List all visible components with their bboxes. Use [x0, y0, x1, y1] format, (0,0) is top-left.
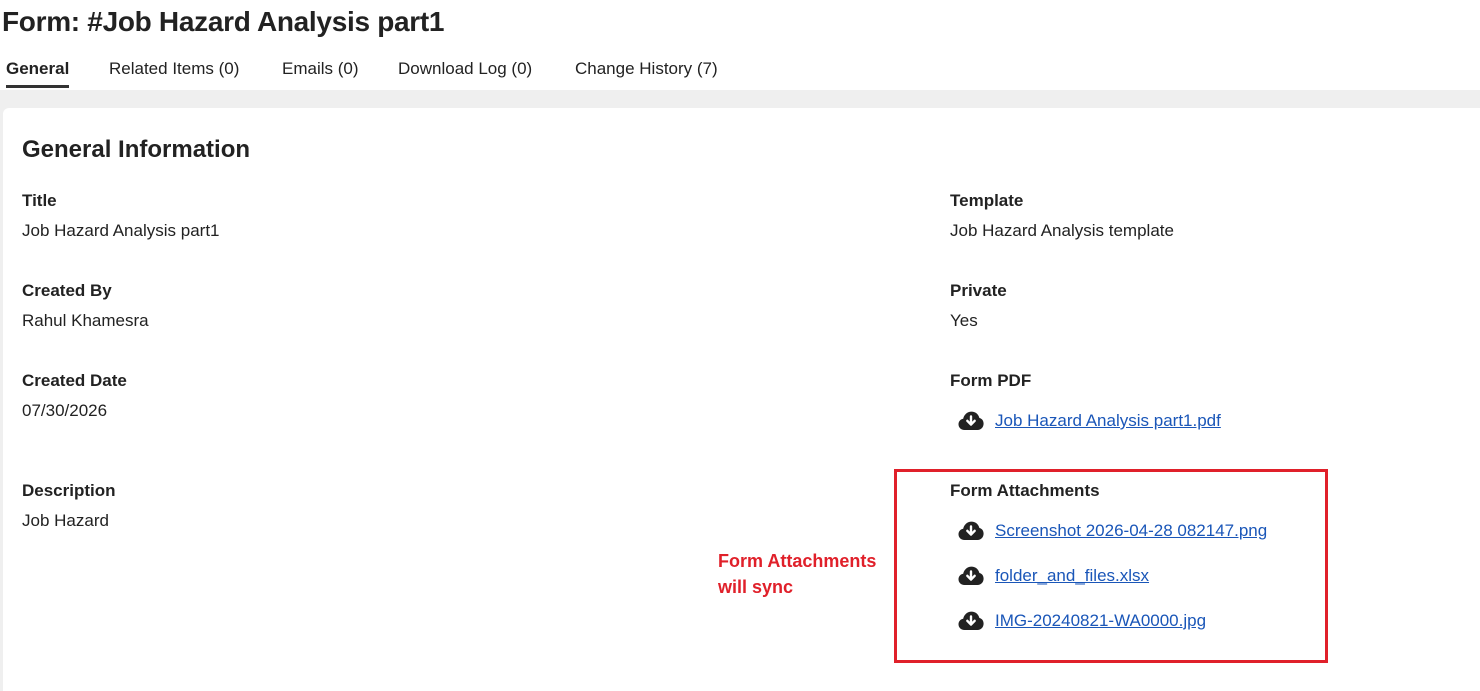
template-value: Job Hazard Analysis template: [950, 221, 1174, 240]
annotation-highlight-box: [894, 469, 1328, 663]
section-title: General Information: [22, 136, 251, 163]
description-value: Job Hazard: [22, 511, 109, 530]
private-value: Yes: [950, 311, 978, 330]
annotation-line: Form Attachments: [718, 551, 877, 571]
form-pdf-link[interactable]: Job Hazard Analysis part1.pdf: [995, 411, 1221, 431]
form-pdf-file-row[interactable]: Job Hazard Analysis part1.pdf: [958, 408, 1221, 434]
title-label: Title: [22, 191, 57, 210]
created-date-value: 07/30/2026: [22, 401, 108, 420]
created-by-label: Created By: [22, 281, 112, 300]
title-value: Job Hazard Analysis part1: [22, 221, 220, 240]
template-label: Template: [950, 191, 1024, 210]
annotation-note: Form Attachments will sync: [718, 548, 876, 600]
page-title: Form: #Job Hazard Analysis part1: [2, 6, 445, 37]
tab-general[interactable]: General: [6, 55, 70, 88]
tab-download-log[interactable]: Download Log (0): [398, 55, 532, 87]
description-label: Description: [22, 481, 116, 500]
tab-related-items[interactable]: Related Items (0): [109, 55, 239, 87]
form-pdf-label: Form PDF: [950, 371, 1032, 390]
tab-emails[interactable]: Emails (0): [282, 55, 359, 87]
annotation-line: will sync: [718, 577, 794, 597]
private-label: Private: [950, 281, 1007, 300]
cloud-download-icon[interactable]: [958, 410, 984, 432]
created-date-label: Created Date: [22, 371, 127, 390]
created-by-value: Rahul Khamesra: [22, 311, 149, 330]
tab-change-history[interactable]: Change History (7): [575, 55, 718, 87]
page-header: Form: #Job Hazard Analysis part1 General…: [0, 0, 1480, 90]
